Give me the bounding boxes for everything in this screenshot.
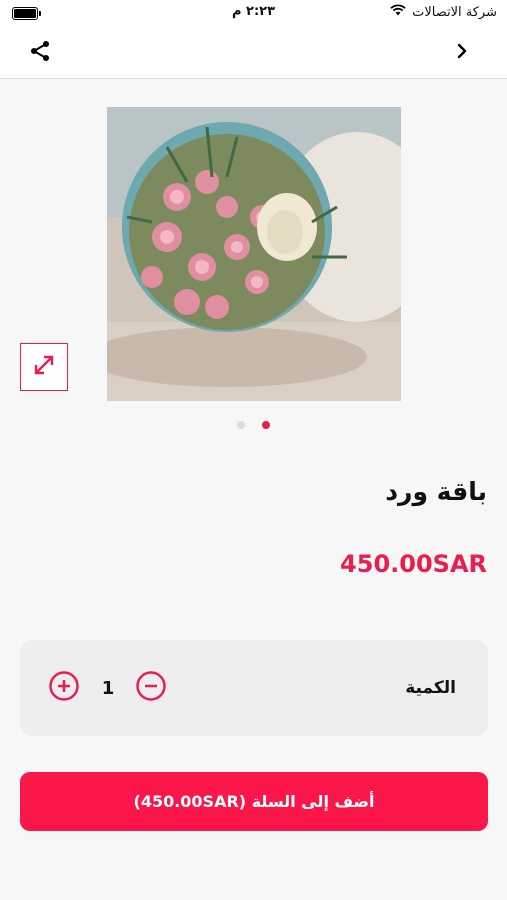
expand-icon (31, 352, 57, 382)
decrease-quantity-button[interactable] (136, 671, 166, 705)
product-price: 450.00SAR (340, 550, 487, 578)
increase-quantity-button[interactable] (49, 671, 79, 705)
share-button[interactable] (25, 38, 55, 68)
add-to-cart-button[interactable]: أضف إلى السلة (450.00SAR) (20, 772, 488, 831)
status-bar: شركة الاتصالات ٢:٢٣ م (0, 0, 507, 28)
quantity-value: 1 (101, 678, 115, 699)
plus-circle-icon (49, 671, 79, 705)
quantity-label: الكمية (405, 678, 456, 698)
add-to-cart-label: أضف إلى السلة (450.00SAR) (133, 792, 375, 811)
chevron-right-icon (455, 42, 469, 64)
pager-dot[interactable] (237, 421, 245, 429)
battery-icon (12, 7, 41, 20)
product-image[interactable] (107, 107, 401, 401)
share-icon (28, 39, 52, 67)
quantity-stepper: الكمية 1 (20, 640, 488, 736)
product-name: باقة ورد (385, 477, 487, 506)
back-button[interactable] (447, 38, 477, 68)
status-time: ٢:٢٣ م (231, 4, 276, 19)
minus-circle-icon (136, 671, 166, 705)
expand-image-button[interactable] (20, 343, 68, 391)
image-pager-dots (0, 421, 507, 429)
top-nav-bar (0, 28, 507, 79)
pager-dot-active[interactable] (262, 421, 270, 429)
